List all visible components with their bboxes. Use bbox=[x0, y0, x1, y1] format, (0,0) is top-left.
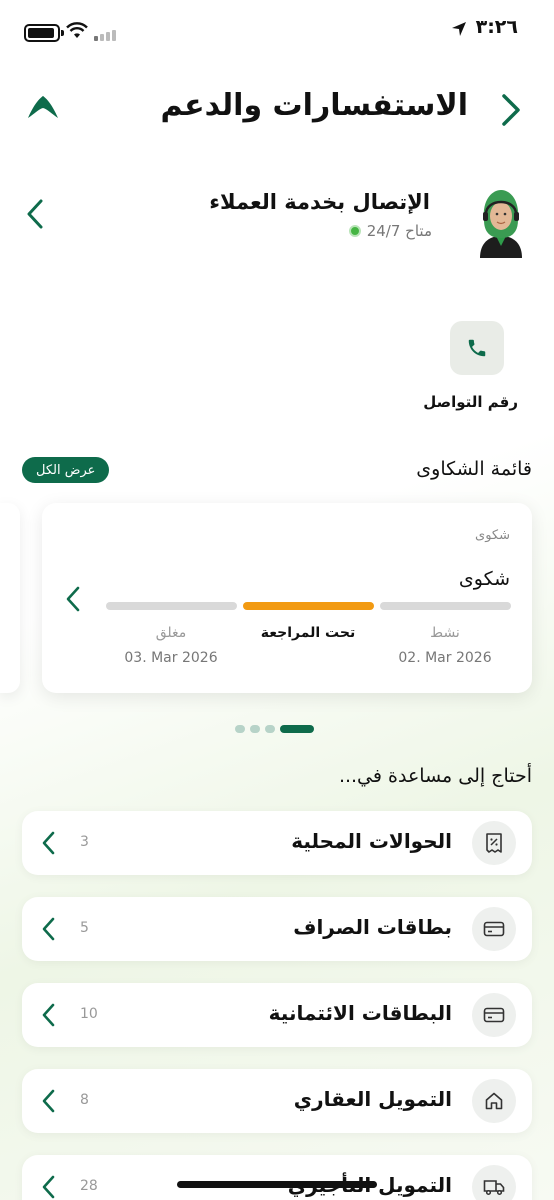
help-item-count: 3 bbox=[80, 834, 89, 850]
previous-card-peek[interactable] bbox=[0, 503, 20, 693]
help-item-credit-cards[interactable]: البطاقات الائتمانية 10 bbox=[22, 983, 532, 1047]
page-dot[interactable] bbox=[235, 725, 245, 733]
agent-name[interactable]: الإتصال بخدمة العملاء bbox=[209, 190, 430, 214]
receipt-icon bbox=[472, 821, 516, 865]
help-item-label: بطاقات الصراف bbox=[293, 915, 452, 939]
step-date-closed: 03. Mar 2026 bbox=[124, 650, 218, 666]
wifi-icon bbox=[66, 22, 88, 38]
progress-step-review bbox=[243, 602, 374, 610]
truck-icon bbox=[472, 1165, 516, 1200]
help-item-label: التمويل العقاري bbox=[293, 1087, 452, 1111]
page-dot[interactable] bbox=[250, 725, 260, 733]
complaints-title: قائمة الشكاوى bbox=[416, 458, 532, 480]
help-item-count: 28 bbox=[80, 1178, 98, 1194]
complaint-category: شكوى bbox=[475, 528, 510, 543]
chevron-left-icon[interactable] bbox=[64, 585, 82, 613]
signal-icon bbox=[94, 30, 116, 41]
battery-tip bbox=[61, 30, 64, 36]
location-arrow-icon bbox=[452, 22, 466, 36]
help-item-count: 10 bbox=[80, 1006, 98, 1022]
carousel-pagination bbox=[235, 725, 314, 733]
agent-avatar bbox=[470, 180, 532, 258]
chevron-left-icon bbox=[42, 1089, 55, 1113]
page-dot[interactable] bbox=[265, 725, 275, 733]
step-label-review: تحت المراجعة bbox=[260, 625, 356, 641]
back-chevron-icon[interactable] bbox=[496, 90, 526, 130]
availability-text: متاح 24/7 bbox=[366, 222, 432, 240]
phone-label: رقم التواصل bbox=[423, 393, 518, 411]
help-item-label: الحوالات المحلية bbox=[291, 829, 452, 853]
help-item-local-transfers[interactable]: الحوالات المحلية 3 bbox=[22, 811, 532, 875]
online-indicator bbox=[348, 225, 361, 237]
complaint-title: شكوى bbox=[458, 568, 510, 590]
help-item-label: البطاقات الائتمانية bbox=[268, 1001, 452, 1025]
progress-step-active bbox=[380, 602, 511, 610]
help-item-count: 8 bbox=[80, 1092, 89, 1108]
chevron-left-icon[interactable] bbox=[24, 198, 46, 230]
card-icon bbox=[472, 907, 516, 951]
chevron-left-icon bbox=[42, 917, 55, 941]
step-label-closed: مغلق bbox=[155, 625, 187, 641]
chevron-left-icon bbox=[42, 1003, 55, 1027]
progress-step-closed bbox=[106, 602, 237, 610]
phone-icon bbox=[468, 339, 486, 357]
chevron-left-icon bbox=[42, 1175, 55, 1199]
step-label-active: نشط bbox=[430, 625, 460, 641]
help-item-real-estate-finance[interactable]: التمويل العقاري 8 bbox=[22, 1069, 532, 1133]
status-time: ٣:٢٦ bbox=[475, 16, 518, 38]
help-item-atm-cards[interactable]: بطاقات الصراف 5 bbox=[22, 897, 532, 961]
agent-status: متاح 24/7 bbox=[348, 222, 432, 240]
bank-logo-icon bbox=[28, 96, 58, 118]
view-all-button[interactable]: عرض الكل bbox=[22, 457, 110, 483]
battery-icon bbox=[24, 24, 60, 42]
phone-button[interactable] bbox=[450, 321, 504, 375]
step-date-active: 02. Mar 2026 bbox=[398, 650, 492, 666]
home-indicator[interactable] bbox=[177, 1181, 377, 1188]
page-dot-active[interactable] bbox=[280, 725, 314, 733]
card-icon bbox=[472, 993, 516, 1037]
help-item-lease-finance[interactable]: التمويل التأجيري 28 bbox=[22, 1155, 532, 1200]
home-icon bbox=[472, 1079, 516, 1123]
help-item-count: 5 bbox=[80, 920, 89, 936]
chevron-left-icon bbox=[42, 831, 55, 855]
help-title: أحتاج إلى مساعدة في... bbox=[338, 765, 532, 787]
page-title: الاستفسارات والدعم bbox=[160, 88, 468, 123]
